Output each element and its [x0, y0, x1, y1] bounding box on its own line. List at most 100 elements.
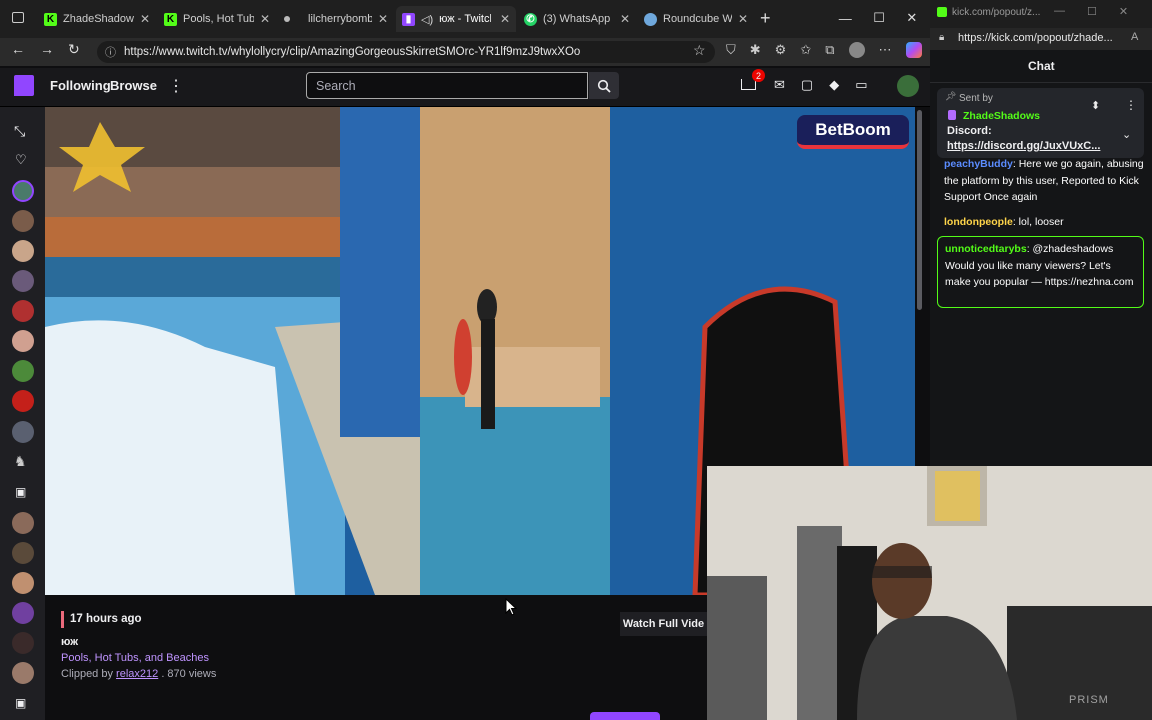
close-tab-icon[interactable]: ✕	[140, 12, 150, 26]
extensions-icon[interactable]: ✱	[750, 42, 761, 58]
inbox-icon[interactable]: ✉	[774, 77, 785, 93]
favorites-icon[interactable]: ✩	[800, 42, 811, 58]
twitch-logo-icon[interactable]	[14, 75, 34, 96]
nav-more-icon[interactable]: ⋮	[168, 76, 184, 96]
nav-browse[interactable]: Browse	[110, 78, 157, 93]
expand-pinned-icon[interactable]: ⌄	[1122, 128, 1131, 141]
chat-username[interactable]: peachyBuddy	[944, 158, 1013, 170]
kick-favicon-icon: K	[44, 12, 57, 26]
collections-icon[interactable]: ⧉	[825, 42, 834, 58]
chat-username[interactable]: unnoticedtarybs	[945, 243, 1027, 255]
browser-sidebar-toggle-icon[interactable]	[12, 12, 24, 23]
whispers-icon[interactable]: ▢	[801, 77, 813, 93]
watermark-logo: BetBoom	[797, 115, 909, 149]
favorite-star-icon[interactable]: ☆	[693, 42, 706, 59]
puzzle-icon[interactable]: ⚙	[775, 42, 787, 58]
maximize-icon[interactable]: ☐	[1087, 5, 1097, 18]
site-info-icon[interactable]: ⓘ	[105, 44, 116, 60]
channel-avatar[interactable]	[12, 632, 34, 654]
webcam-scene	[707, 466, 1152, 720]
maximize-icon[interactable]: ☐	[873, 10, 885, 26]
tab-whatsapp[interactable]: ✆ (3) WhatsApp ✕	[518, 6, 636, 32]
channel-avatar[interactable]	[12, 180, 34, 202]
channel-avatar[interactable]	[12, 662, 34, 684]
channel-avatar[interactable]	[12, 512, 34, 534]
clipped-by-line: Clipped by relax212 . 870 views	[61, 668, 216, 680]
clipper-link[interactable]: relax212	[116, 668, 158, 680]
chat-message-highlighted: unnoticedtarybs: @zhadeshadows Would you…	[937, 236, 1144, 308]
close-tab-icon[interactable]: ✕	[738, 12, 748, 26]
channel-avatar[interactable]	[12, 330, 34, 352]
chat-header-divider	[930, 82, 1152, 83]
new-tab-button[interactable]: +	[760, 8, 771, 29]
time-ago-accent	[61, 611, 64, 628]
turbo-icon[interactable]: ▭	[855, 77, 867, 93]
followed-heart-icon[interactable]: ♡	[15, 152, 27, 168]
roundcube-favicon-icon	[644, 12, 657, 26]
channel-avatar[interactable]	[12, 300, 34, 322]
channel-avatar[interactable]	[12, 270, 34, 292]
pinned-text-label: Discord:	[947, 125, 992, 137]
channel-avatar[interactable]	[12, 542, 34, 564]
minimize-icon[interactable]: —	[1054, 5, 1065, 18]
channel-avatar[interactable]	[12, 421, 34, 443]
more-menu-icon[interactable]: ⋯	[879, 42, 892, 58]
video-camera-icon[interactable]: ▣	[15, 696, 26, 710]
profile-avatar[interactable]	[848, 42, 865, 58]
tab-twitch-clip[interactable]: ▮ ◁) юж - Twitch ✕	[396, 6, 516, 32]
url-bar[interactable]: ⓘ https://www.twitch.tv/whylollycry/clip…	[97, 41, 715, 63]
chat-username[interactable]: londonpeople	[944, 216, 1013, 228]
unpin-icon[interactable]: ⬍	[1091, 99, 1100, 112]
read-aloud-icon[interactable]: A	[1131, 31, 1138, 43]
tab-pools-hot-tubs[interactable]: K Pools, Hot Tubs ✕	[158, 6, 276, 32]
speaker-icon[interactable]: ◁)	[421, 13, 433, 26]
chat-text: : lol, looser	[1012, 216, 1064, 228]
forward-icon[interactable]: →	[40, 41, 54, 57]
mouse-cursor-icon	[505, 597, 518, 621]
bottom-bar-purple	[590, 712, 660, 720]
close-window-icon[interactable]: ✕	[906, 10, 917, 26]
nav-following[interactable]: Following	[50, 78, 111, 93]
channel-avatar[interactable]	[12, 602, 34, 624]
watch-full-video-button[interactable]: Watch Full Vide	[620, 612, 707, 636]
close-tab-icon[interactable]: ✕	[378, 12, 388, 26]
tab-zhadeshadows[interactable]: K ZhadeShadows S ✕	[38, 6, 156, 32]
collapse-sidebar-icon[interactable]: ⤡	[14, 123, 25, 140]
pinned-link[interactable]: https://discord.gg/JuxVUxC...	[947, 140, 1112, 152]
kick-url-text[interactable]: https://kick.com/popout/zhade...	[958, 32, 1113, 44]
channel-avatar[interactable]	[12, 572, 34, 594]
close-window-icon[interactable]: ✕	[1119, 5, 1128, 18]
reload-icon[interactable]: ↻	[68, 41, 80, 58]
video-camera-icon[interactable]: ▣	[15, 485, 26, 499]
search-input[interactable]: Search	[306, 72, 588, 99]
shield-icon[interactable]: ⛉	[726, 42, 736, 58]
tab-roundcube[interactable]: Roundcube Web ✕	[638, 6, 754, 32]
channel-avatar[interactable]	[12, 240, 34, 262]
bits-icon[interactable]: ◆	[829, 77, 839, 93]
close-tab-icon[interactable]: ✕	[620, 12, 630, 26]
pinned-sent-by: Sent by	[959, 93, 993, 104]
back-icon[interactable]: ←	[11, 41, 25, 57]
minimize-icon[interactable]: —	[839, 11, 852, 26]
tab-lilcherrybomb[interactable]: lilcherrybomb C ✕	[278, 6, 394, 32]
nav-right-icons: ✉ ▢ ◆ ▭	[774, 77, 868, 93]
channel-avatar[interactable]	[12, 360, 34, 382]
pinned-more-icon[interactable]: ⋮	[1125, 98, 1137, 112]
chat-title: Chat	[1028, 59, 1055, 73]
pinned-user[interactable]: ZhadeShadows	[963, 110, 1040, 122]
copilot-icon[interactable]	[905, 42, 922, 58]
video-scrollbar[interactable]	[917, 110, 922, 310]
channel-icon[interactable]: ♞	[14, 453, 27, 470]
search-button[interactable]	[589, 72, 619, 99]
kick-window-controls: — ☐ ✕	[1054, 5, 1128, 18]
clip-title: юж	[61, 636, 79, 648]
pinned-user-badge-icon	[948, 110, 956, 120]
clip-category-link[interactable]: Pools, Hot Tubs, and Beaches	[61, 652, 209, 664]
channel-avatar[interactable]	[12, 210, 34, 232]
webcam-overlay: PRISM	[707, 466, 1152, 720]
close-tab-icon[interactable]: ✕	[500, 12, 510, 26]
user-avatar[interactable]	[897, 75, 919, 97]
prism-watermark: PRISM	[1069, 694, 1109, 706]
close-tab-icon[interactable]: ✕	[260, 12, 270, 26]
channel-avatar[interactable]	[12, 390, 34, 412]
